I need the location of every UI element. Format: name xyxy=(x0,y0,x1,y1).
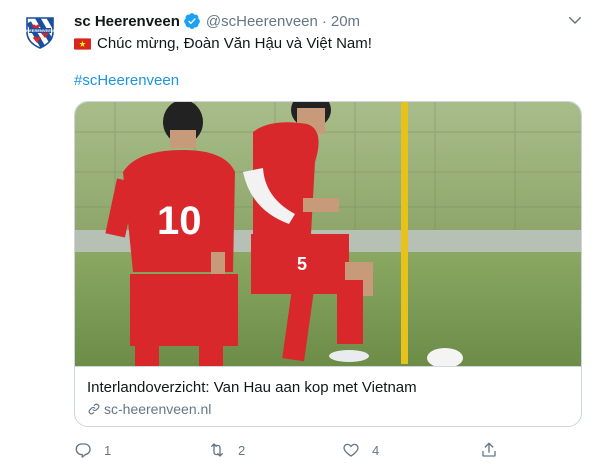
vietnam-flag-icon xyxy=(74,38,91,50)
chevron-down-icon[interactable] xyxy=(566,11,584,29)
card-meta[interactable]: Interlandoverzicht: Van Hau aan kop met … xyxy=(75,366,581,426)
separator-dot: · xyxy=(321,12,327,30)
retweet-button[interactable]: 2 xyxy=(208,441,245,459)
svg-text:10: 10 xyxy=(157,199,202,243)
card-image[interactable]: 10 5 xyxy=(75,102,582,366)
reply-icon xyxy=(75,443,91,458)
tweet-body: Chúc mừng, Đoàn Văn Hậu và Việt Nam! xyxy=(97,35,372,52)
reply-button[interactable]: 1 xyxy=(74,441,111,459)
card-title[interactable]: Interlandoverzicht: Van Hau aan kop met … xyxy=(87,378,571,398)
svg-text:5: 5 xyxy=(297,254,307,274)
link-card[interactable]: 10 5 Interlandoverzicht: Van Hau aan kop… xyxy=(74,101,582,427)
verified-badge-icon xyxy=(183,12,201,30)
like-count: 4 xyxy=(372,442,380,458)
share-icon xyxy=(482,442,496,457)
retweet-icon xyxy=(211,443,223,457)
timestamp[interactable]: 20m xyxy=(331,13,360,30)
retweet-count: 2 xyxy=(238,442,246,458)
share-button[interactable] xyxy=(480,441,498,459)
tweet-header: sc Heerenveen @scHeerenveen · 20m xyxy=(74,11,360,31)
display-name[interactable]: sc Heerenveen xyxy=(74,13,180,30)
card-domain-text: sc-heerenveen.nl xyxy=(104,401,212,417)
heart-icon xyxy=(343,443,359,457)
card-domain[interactable]: sc-heerenveen.nl xyxy=(87,401,571,417)
reply-count: 1 xyxy=(104,442,112,458)
avatar[interactable]: HEERENVEEN xyxy=(18,9,62,53)
user-handle[interactable]: @scHeerenveen xyxy=(206,13,318,30)
action-bar: 1 2 4 xyxy=(74,441,504,463)
hashtag-link[interactable]: #scHeerenveen xyxy=(74,72,179,89)
club-logo-icon: HEERENVEEN xyxy=(18,9,62,53)
svg-text:HEERENVEEN: HEERENVEEN xyxy=(26,28,54,33)
tweet[interactable]: HEERENVEEN sc Heerenveen @scHeerenveen ·… xyxy=(0,0,598,470)
like-button[interactable]: 4 xyxy=(342,441,379,459)
link-icon xyxy=(88,403,100,415)
tweet-text: Chúc mừng, Đoàn Văn Hậu và Việt Nam! xyxy=(74,34,372,54)
